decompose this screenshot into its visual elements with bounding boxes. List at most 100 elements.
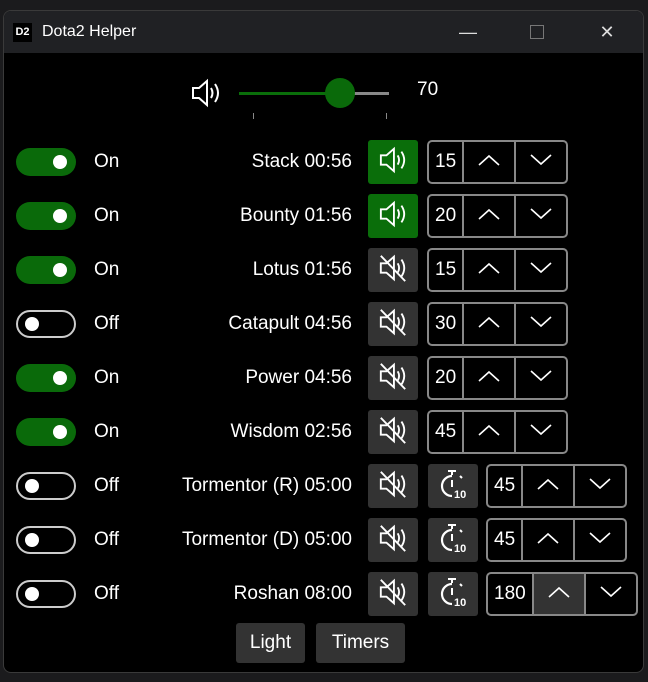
sound-toggle-button[interactable] <box>368 410 418 454</box>
chevron-up-icon <box>478 153 500 171</box>
sound-toggle-button[interactable] <box>368 302 418 346</box>
toggle-knob <box>53 155 67 169</box>
offset-stepper[interactable]: 15 <box>427 248 569 292</box>
sound-toggle-button[interactable] <box>368 518 418 562</box>
offset-stepper[interactable]: 45 <box>486 518 628 562</box>
sound-toggle-button[interactable] <box>368 572 418 616</box>
speaker-muted-icon <box>378 523 408 558</box>
increment-button[interactable] <box>464 142 514 182</box>
slider-tick <box>253 113 254 119</box>
chevron-down-icon <box>589 477 611 495</box>
increment-button[interactable] <box>523 466 573 506</box>
volume-thumb[interactable] <box>324 78 355 108</box>
enable-toggle[interactable] <box>16 256 76 284</box>
increment-button[interactable] <box>464 196 514 236</box>
decrement-button[interactable] <box>514 358 566 398</box>
toggle-knob <box>25 533 39 547</box>
decrement-button[interactable] <box>573 520 625 560</box>
app-logo: D2 <box>13 22 32 42</box>
enable-toggle[interactable] <box>16 310 76 338</box>
sound-toggle-button[interactable] <box>368 248 418 292</box>
timer-row: Off Catapult 04:56 30 <box>4 302 643 346</box>
offset-value[interactable]: 15 <box>429 250 465 290</box>
sound-toggle-button[interactable] <box>368 356 418 400</box>
increment-button[interactable] <box>464 358 514 398</box>
timer-row: Off Tormentor (R) 05:00 10 45 <box>4 464 643 508</box>
offset-stepper[interactable]: 30 <box>427 302 569 346</box>
sound-toggle-button[interactable] <box>368 464 418 508</box>
chevron-down-icon <box>530 207 552 225</box>
toggle-knob <box>53 425 67 439</box>
offset-value[interactable]: 20 <box>429 358 465 398</box>
enable-toggle[interactable] <box>16 202 76 230</box>
increment-button[interactable] <box>464 412 514 452</box>
countdown-button[interactable]: 10 <box>428 464 478 508</box>
timers-button[interactable]: Timers <box>316 623 405 663</box>
decrement-button[interactable] <box>573 466 625 506</box>
increment-button[interactable] <box>464 250 514 290</box>
countdown-button[interactable]: 10 <box>428 518 478 562</box>
decrement-button[interactable] <box>514 304 566 344</box>
offset-stepper[interactable]: 45 <box>486 464 628 508</box>
toggle-knob <box>53 263 67 277</box>
enable-toggle[interactable] <box>16 148 76 176</box>
offset-value[interactable]: 15 <box>429 142 465 182</box>
enable-toggle[interactable] <box>16 364 76 392</box>
close-button[interactable]: ✕ <box>577 11 637 53</box>
decrement-button[interactable] <box>583 574 636 614</box>
toggle-state-label: Off <box>94 475 119 496</box>
timer-name: Power 04:56 <box>245 367 352 388</box>
slider-tick <box>386 113 387 119</box>
offset-value[interactable]: 180 <box>488 574 534 614</box>
offset-stepper[interactable]: 180 <box>486 572 638 616</box>
timer-row: On Lotus 01:56 15 <box>4 248 643 292</box>
volume-value: 70 <box>417 79 439 100</box>
volume-slider[interactable] <box>239 78 389 108</box>
offset-value[interactable]: 45 <box>429 412 465 452</box>
chevron-down-icon <box>589 531 611 549</box>
timer-row: Off Tormentor (D) 05:00 10 45 <box>4 518 643 562</box>
light-button[interactable]: Light <box>236 623 305 663</box>
offset-stepper[interactable]: 15 <box>427 140 569 184</box>
offset-value[interactable]: 45 <box>488 520 524 560</box>
timer-row: On Wisdom 02:56 45 <box>4 410 643 454</box>
sound-toggle-button[interactable] <box>368 140 418 184</box>
timer-name: Catapult 04:56 <box>228 313 352 334</box>
enable-toggle[interactable] <box>16 418 76 446</box>
speaker-muted-icon <box>378 307 408 342</box>
decrement-button[interactable] <box>514 250 566 290</box>
increment-button[interactable] <box>464 304 514 344</box>
timer-name: Tormentor (R) 05:00 <box>181 475 352 496</box>
enable-toggle[interactable] <box>16 580 76 608</box>
decrement-button[interactable] <box>514 142 566 182</box>
chevron-up-icon <box>478 423 500 441</box>
enable-toggle[interactable] <box>16 526 76 554</box>
sound-toggle-button[interactable] <box>368 194 418 238</box>
offset-value[interactable]: 30 <box>429 304 465 344</box>
timer-row: On Stack 00:56 15 <box>4 140 643 184</box>
stopwatch-icon: 10 <box>438 522 468 559</box>
offset-value[interactable]: 20 <box>429 196 465 236</box>
offset-value[interactable]: 45 <box>488 466 524 506</box>
timer-name: Stack 00:56 <box>251 151 352 172</box>
minimize-button[interactable]: — <box>438 11 498 53</box>
offset-stepper[interactable]: 45 <box>427 410 569 454</box>
chevron-down-icon <box>600 585 622 603</box>
chevron-down-icon <box>530 153 552 171</box>
chevron-up-icon <box>478 315 500 333</box>
increment-button[interactable] <box>523 520 573 560</box>
maximize-button[interactable] <box>507 11 567 53</box>
toggle-state-label: Off <box>94 313 119 334</box>
enable-toggle[interactable] <box>16 472 76 500</box>
countdown-button[interactable]: 10 <box>428 572 478 616</box>
timer-name: Tormentor (D) 05:00 <box>181 529 352 550</box>
increment-button[interactable] <box>533 574 584 614</box>
timer-name: Roshan 08:00 <box>233 583 352 604</box>
decrement-button[interactable] <box>514 196 566 236</box>
decrement-button[interactable] <box>514 412 566 452</box>
chevron-up-icon <box>478 369 500 387</box>
offset-stepper[interactable]: 20 <box>427 356 569 400</box>
title-bar: D2 Dota2 Helper — ✕ <box>4 11 643 53</box>
timer-name: Bounty 01:56 <box>240 205 352 226</box>
offset-stepper[interactable]: 20 <box>427 194 569 238</box>
